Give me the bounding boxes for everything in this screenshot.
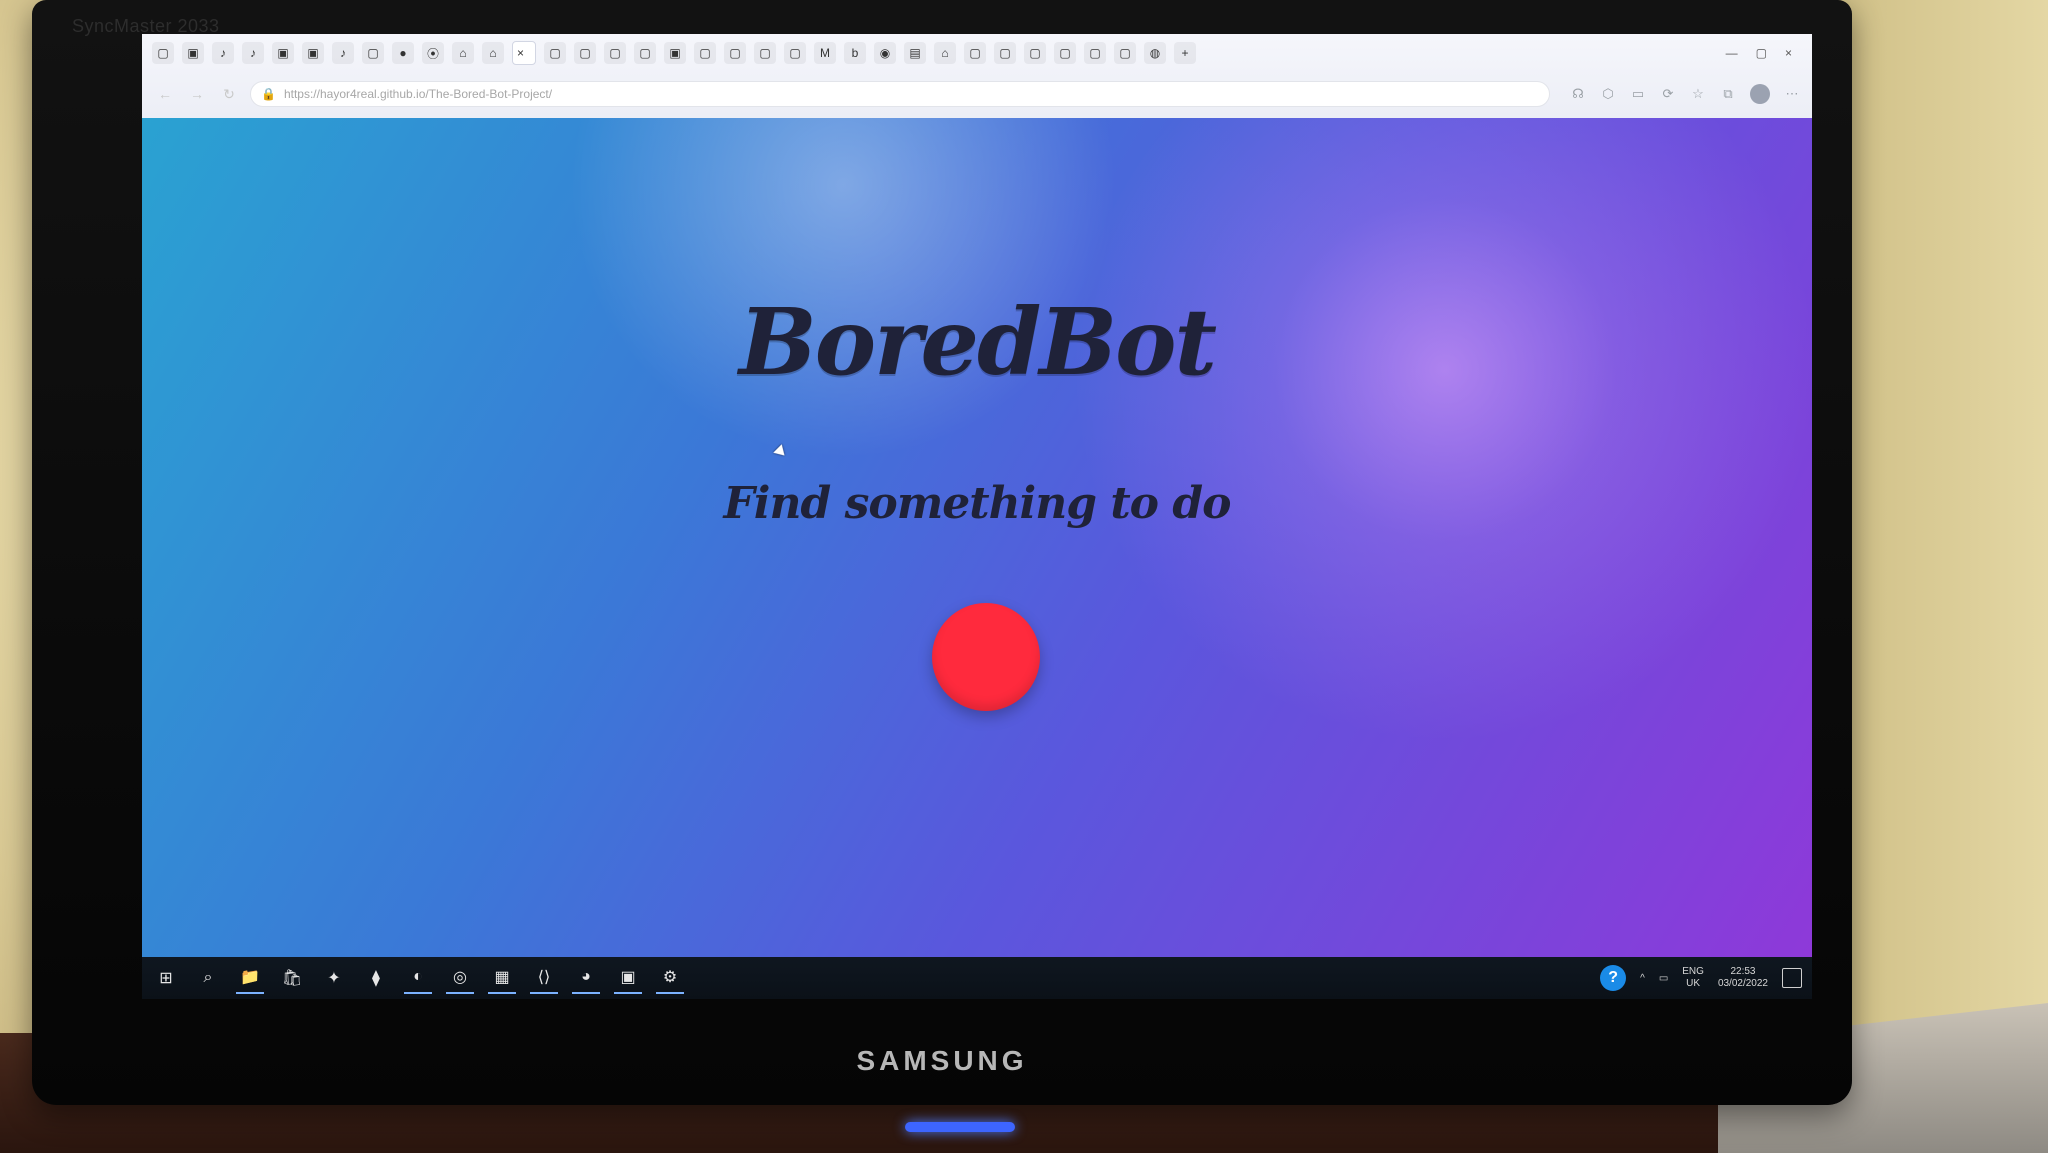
tab-actions-icon[interactable]: ▭	[1630, 86, 1646, 102]
tab[interactable]: ▢	[1084, 42, 1106, 64]
tab[interactable]: M	[814, 42, 836, 64]
help-icon[interactable]: ?	[1600, 965, 1627, 991]
page-subtitle: Find something to do	[723, 478, 1232, 529]
photos-icon[interactable]: ▣	[614, 962, 642, 994]
tab[interactable]: ●	[392, 42, 414, 64]
mouse-cursor	[773, 444, 789, 460]
edge-icon[interactable]: ◐	[404, 962, 432, 994]
tab[interactable]: ▢	[1114, 42, 1136, 64]
bored-bot-page: BoredBot Find something to do	[142, 118, 1812, 957]
tab[interactable]: ▣	[182, 42, 204, 64]
monitor: SyncMaster 2033 ▢ ▣ ♪ ♪ ▣ ▣ ♪ ▢ ● ⦿ ⌂ ⌂ …	[32, 0, 1852, 1105]
refresh-icon[interactable]: ↻	[218, 83, 240, 105]
monitor-brand: SAMSUNG	[856, 1045, 1028, 1076]
chrome-icon[interactable]: ◎	[446, 962, 474, 994]
forward-icon[interactable]: →	[186, 83, 208, 105]
tab[interactable]: b	[844, 42, 866, 64]
taskbar: ⊞ ⌕ 📁 🛍 ✦ ⧫ ◐ ◎ ▦ ⟨⟩ ◕ ▣ ⚙ ? ^ ▭ ENG UK	[142, 957, 1812, 999]
tab[interactable]: ▢	[754, 42, 776, 64]
tab[interactable]: ▢	[574, 42, 596, 64]
tab-active[interactable]: ×	[512, 41, 536, 65]
profile-avatar[interactable]	[1750, 84, 1770, 104]
close-icon[interactable]: ×	[517, 46, 531, 60]
tab[interactable]: ▢	[784, 42, 806, 64]
network-icon[interactable]: ▭	[1659, 973, 1668, 984]
tab[interactable]: ⌂	[934, 42, 956, 64]
tab[interactable]: ▢	[362, 42, 384, 64]
files-app-icon[interactable]: ▦	[488, 962, 516, 994]
close-window-icon[interactable]: ×	[1785, 46, 1792, 60]
tab[interactable]: ▢	[634, 42, 656, 64]
window-controls: — ▢ ×	[1726, 46, 1802, 60]
address-bar[interactable]: 🔒 https://hayor4real.github.io/The-Bored…	[250, 81, 1550, 107]
screen: ▢ ▣ ♪ ♪ ▣ ▣ ♪ ▢ ● ⦿ ⌂ ⌂ × ▢ ▢ ▢ ▢ ▣ ▢ ▢ …	[142, 34, 1812, 999]
tab[interactable]: ▢	[544, 42, 566, 64]
tab[interactable]: ▢	[964, 42, 986, 64]
collections-icon[interactable]: ⧉	[1720, 86, 1736, 102]
chevron-up-icon[interactable]: ^	[1640, 973, 1645, 984]
app-icon[interactable]: ✦	[320, 964, 348, 992]
tab[interactable]: ♪	[332, 42, 354, 64]
tab[interactable]: ▢	[694, 42, 716, 64]
page-title: BoredBot	[738, 288, 1217, 396]
tab[interactable]: ▢	[152, 42, 174, 64]
browser-chrome: ▢ ▣ ♪ ♪ ▣ ▣ ♪ ▢ ● ⦿ ⌂ ⌂ × ▢ ▢ ▢ ▢ ▣ ▢ ▢ …	[142, 34, 1812, 119]
maximize-icon[interactable]: ▢	[1756, 46, 1767, 60]
tab[interactable]: ⌂	[452, 42, 474, 64]
tab[interactable]: ▢	[1024, 42, 1046, 64]
time: 22:53	[1730, 966, 1756, 977]
clock[interactable]: 22:53 03/02/2022	[1718, 966, 1768, 990]
date: 03/02/2022	[1717, 978, 1768, 989]
tab[interactable]: ♪	[242, 42, 264, 64]
more-icon[interactable]: ⋯	[1784, 86, 1800, 102]
gear-icon[interactable]: ⚙	[656, 962, 684, 994]
minimize-icon[interactable]: —	[1726, 46, 1738, 60]
url-text: https://hayor4real.github.io/The-Bored-B…	[283, 87, 553, 101]
language-bottom: UK	[1686, 978, 1701, 989]
store-icon[interactable]: 🛍	[278, 964, 306, 992]
tab[interactable]: ▣	[272, 42, 294, 64]
sync-icon[interactable]: ⟳	[1660, 86, 1676, 102]
address-row: ← → ↻ 🔒 https://hayor4real.github.io/The…	[142, 74, 1812, 114]
system-tray: ? ^ ▭ ENG UK 22:53 03/02/2022	[1600, 965, 1802, 991]
tab[interactable]: ▣	[302, 42, 324, 64]
toolbar-right: ☊ ⬡ ▭ ⟳ ☆ ⧉ ⋯	[1560, 84, 1800, 104]
tab[interactable]: ▢	[1054, 42, 1076, 64]
windows-start-icon[interactable]: ⊞	[152, 964, 180, 992]
random-activity-button[interactable]	[932, 603, 1040, 711]
tab-strip: ▢ ▣ ♪ ♪ ▣ ▣ ♪ ▢ ● ⦿ ⌂ ⌂ × ▢ ▢ ▢ ▢ ▣ ▢ ▢ …	[142, 34, 1812, 72]
read-aloud-icon[interactable]: ☊	[1570, 86, 1586, 102]
tab[interactable]: ⌂	[482, 42, 504, 64]
notifications-icon[interactable]	[1782, 968, 1802, 988]
firefox-icon[interactable]: ◕	[572, 962, 600, 994]
favorites-icon[interactable]: ☆	[1690, 86, 1706, 102]
lock-icon: 🔒	[261, 87, 276, 101]
search-icon[interactable]: ⌕	[194, 964, 222, 992]
tab[interactable]: ▢	[604, 42, 626, 64]
new-tab-button[interactable]: +	[1174, 42, 1196, 64]
extensions-icon[interactable]: ⬡	[1600, 86, 1616, 102]
vscode-icon[interactable]: ⟨⟩	[530, 962, 558, 994]
language-top: ENG	[1682, 966, 1704, 977]
tab[interactable]: ◍	[1144, 42, 1166, 64]
tab[interactable]: ▣	[664, 42, 686, 64]
tab[interactable]: ⦿	[422, 42, 444, 64]
tab[interactable]: ▤	[904, 42, 926, 64]
tab[interactable]: ▢	[724, 42, 746, 64]
dropbox-icon[interactable]: ⧫	[362, 964, 390, 992]
tab[interactable]: ◉	[874, 42, 896, 64]
tab[interactable]: ▢	[994, 42, 1016, 64]
language-indicator[interactable]: ENG UK	[1682, 966, 1704, 990]
file-explorer-icon[interactable]: 📁	[236, 962, 264, 994]
tab[interactable]: ♪	[212, 42, 234, 64]
power-led	[905, 1122, 1015, 1132]
background-wall	[1828, 0, 2048, 1153]
back-icon[interactable]: ←	[154, 83, 176, 105]
